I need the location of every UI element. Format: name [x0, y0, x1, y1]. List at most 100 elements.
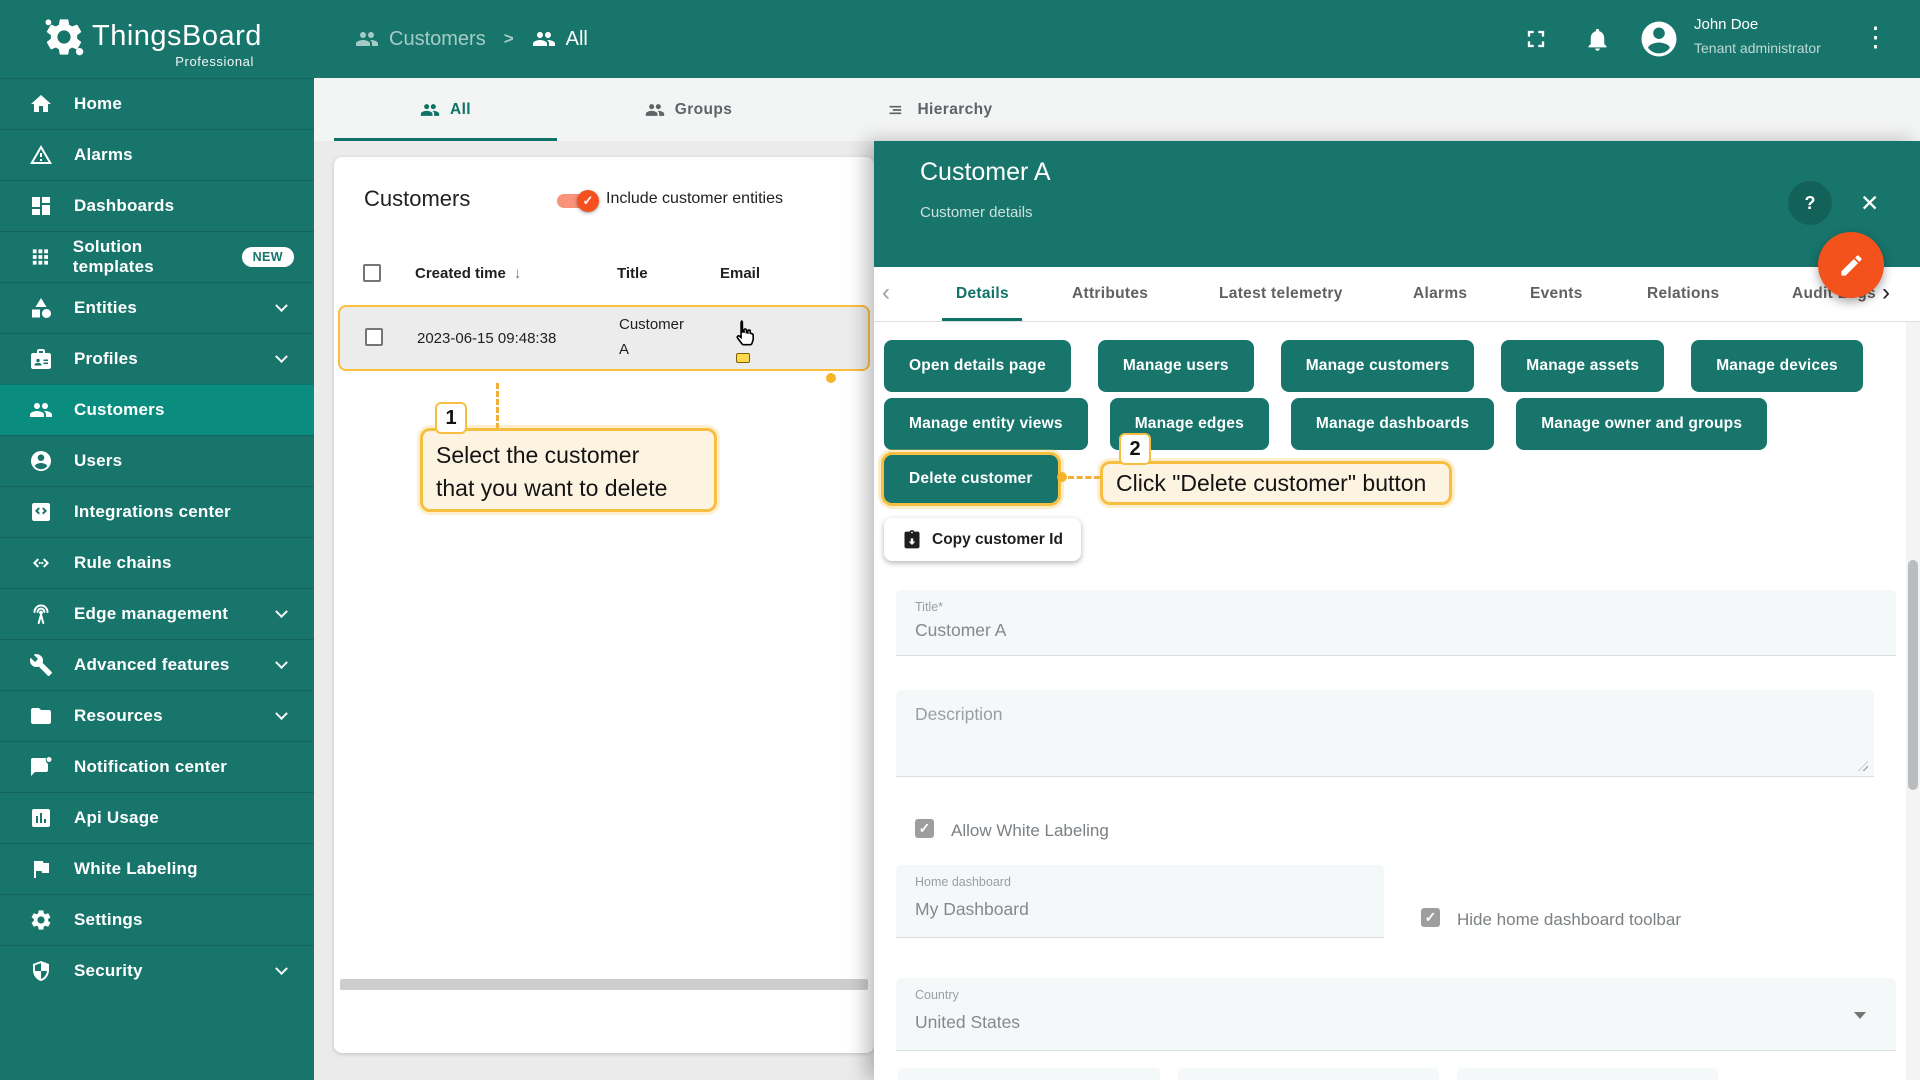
country-label: Country — [915, 988, 959, 1002]
sidebar-item-dashboards[interactable]: Dashboards — [0, 180, 314, 231]
hierarchy-icon — [887, 100, 907, 120]
sidebar-item-resources[interactable]: Resources — [0, 690, 314, 741]
avatar[interactable] — [1638, 18, 1680, 60]
shield-icon — [29, 959, 53, 983]
active-tab-underline — [334, 138, 557, 141]
dropdown-arrow-icon — [1854, 1012, 1866, 1019]
sidebar-item-notification-center[interactable]: Notification center — [0, 741, 314, 792]
chevron-down-icon — [275, 962, 288, 975]
table-title: Customers — [364, 186, 470, 212]
table-header-row: Created time↓ Title Email — [334, 260, 874, 300]
include-customer-entities-toggle[interactable]: ✓ — [557, 193, 597, 209]
manage-dashboards-button[interactable]: Manage dashboards — [1291, 398, 1494, 450]
country-select[interactable]: Country United States — [896, 978, 1896, 1051]
column-email[interactable]: Email — [720, 265, 760, 282]
sidebar-item-rule-chains[interactable]: Rule chains — [0, 537, 314, 588]
resize-handle-icon[interactable] — [1858, 761, 1868, 771]
manage-entity-views-button[interactable]: Manage entity views — [884, 398, 1088, 450]
vertical-scrollbar[interactable] — [1906, 322, 1920, 1080]
sidebar: Home Alarms Dashboards Solution template… — [0, 78, 314, 1080]
city-field-partial[interactable] — [898, 1068, 1160, 1080]
home-icon — [29, 92, 53, 116]
hide-toolbar-label: Hide home dashboard toolbar — [1457, 910, 1681, 930]
allow-white-labeling-label: Allow White Labeling — [951, 821, 1109, 841]
notifications-button[interactable] — [1584, 26, 1611, 53]
sidebar-item-white-labeling[interactable]: White Labeling — [0, 843, 314, 894]
sidebar-item-profiles[interactable]: Profiles — [0, 333, 314, 384]
annotation2-text: Click "Delete customer" button — [1103, 467, 1426, 500]
panel-tab-latest-telemetry[interactable]: Latest telemetry — [1219, 267, 1343, 321]
sidebar-item-integrations-center[interactable]: Integrations center — [0, 486, 314, 537]
sidebar-item-api-usage[interactable]: Api Usage — [0, 792, 314, 843]
tabs-scroll-left[interactable]: ‹ — [882, 279, 890, 307]
panel-tab-attributes[interactable]: Attributes — [1072, 267, 1148, 321]
copy-customer-id-button[interactable]: Copy customer Id — [884, 518, 1081, 561]
column-created-time[interactable]: Created time↓ — [415, 265, 521, 282]
panel-title: Customer A — [920, 158, 1051, 187]
badge-icon — [29, 347, 53, 371]
panel-tab-events[interactable]: Events — [1530, 267, 1583, 321]
integration-icon — [29, 500, 53, 524]
panel-tab-relations[interactable]: Relations — [1647, 267, 1719, 321]
panel-header: Customer A Customer details ? ✕ — [874, 141, 1920, 267]
sidebar-item-solution-templates[interactable]: Solution templatesNEW — [0, 231, 314, 282]
tabs-scroll-right[interactable]: › — [1882, 279, 1890, 307]
row-checkbox[interactable] — [365, 328, 383, 346]
annotation1-number: 1 — [435, 402, 467, 434]
chart-icon — [29, 806, 53, 830]
sidebar-item-advanced-features[interactable]: Advanced features — [0, 639, 314, 690]
customers-table-card: Customers ✓ Include customer entities Cr… — [334, 157, 874, 1053]
tab-all[interactable]: All — [334, 78, 557, 141]
thingsboard-logo-icon — [42, 15, 86, 59]
sort-arrow-icon: ↓ — [514, 265, 522, 282]
people-icon — [532, 27, 556, 51]
edit-fab-button[interactable] — [1818, 232, 1884, 298]
delete-customer-button[interactable]: Delete customer — [884, 455, 1058, 503]
column-title[interactable]: Title — [617, 265, 648, 282]
manage-customers-button[interactable]: Manage customers — [1281, 340, 1475, 392]
table-row-customer-a[interactable]: 2023-06-15 09:48:38 Customer A — [338, 305, 870, 371]
horizontal-scrollbar[interactable] — [340, 979, 868, 990]
close-icon[interactable]: ✕ — [1860, 190, 1879, 217]
help-button[interactable]: ? — [1788, 181, 1832, 225]
sidebar-item-users[interactable]: Users — [0, 435, 314, 486]
sidebar-item-customers[interactable]: Customers — [0, 384, 314, 435]
description-field[interactable]: Description — [896, 690, 1874, 777]
allow-white-labeling-checkbox[interactable]: ✓ — [915, 819, 934, 838]
sidebar-item-edge-management[interactable]: Edge management — [0, 588, 314, 639]
sidebar-item-security[interactable]: Security — [0, 945, 314, 996]
breadcrumb-customers[interactable]: Customers — [355, 27, 486, 51]
tab-groups[interactable]: Groups — [577, 78, 800, 141]
dashboard-icon — [29, 194, 53, 218]
open-details-page-button[interactable]: Open details page — [884, 340, 1071, 392]
scrollbar-thumb[interactable] — [1908, 560, 1918, 790]
panel-tab-alarms[interactable]: Alarms — [1413, 267, 1467, 321]
sidebar-item-entities[interactable]: Entities — [0, 282, 314, 333]
select-all-checkbox[interactable] — [363, 264, 381, 282]
hide-toolbar-checkbox[interactable]: ✓ — [1421, 908, 1440, 927]
warning-icon — [29, 143, 53, 167]
home-dashboard-value: My Dashboard — [915, 899, 1029, 920]
state-field-partial[interactable] — [1178, 1068, 1439, 1080]
manage-users-button[interactable]: Manage users — [1098, 340, 1254, 392]
sidebar-item-settings[interactable]: Settings — [0, 894, 314, 945]
sidebar-item-alarms[interactable]: Alarms — [0, 129, 314, 180]
toggle-label: Include customer entities — [606, 190, 783, 208]
more-menu-button[interactable]: ⋮ — [1862, 24, 1889, 51]
manage-owner-and-groups-button[interactable]: Manage owner and groups — [1516, 398, 1767, 450]
description-placeholder: Description — [915, 704, 1003, 725]
panel-tab-details[interactable]: Details — [956, 267, 1009, 321]
zip-field-partial[interactable] — [1457, 1068, 1718, 1080]
annotation2-connector — [1068, 476, 1100, 479]
home-dashboard-field[interactable]: Home dashboard My Dashboard — [896, 865, 1384, 938]
breadcrumb-all[interactable]: All — [532, 27, 588, 51]
manage-devices-button[interactable]: Manage devices — [1691, 340, 1863, 392]
annotation1-box: Select the customer that you want to del… — [420, 428, 717, 512]
cell-title-line2: A — [619, 341, 629, 358]
chevron-down-icon — [275, 299, 288, 312]
manage-assets-button[interactable]: Manage assets — [1501, 340, 1664, 392]
title-field[interactable]: Title* Customer A — [896, 590, 1896, 656]
fullscreen-button[interactable] — [1522, 25, 1550, 53]
tab-hierarchy[interactable]: Hierarchy — [820, 78, 1060, 141]
sidebar-item-home[interactable]: Home — [0, 78, 314, 129]
